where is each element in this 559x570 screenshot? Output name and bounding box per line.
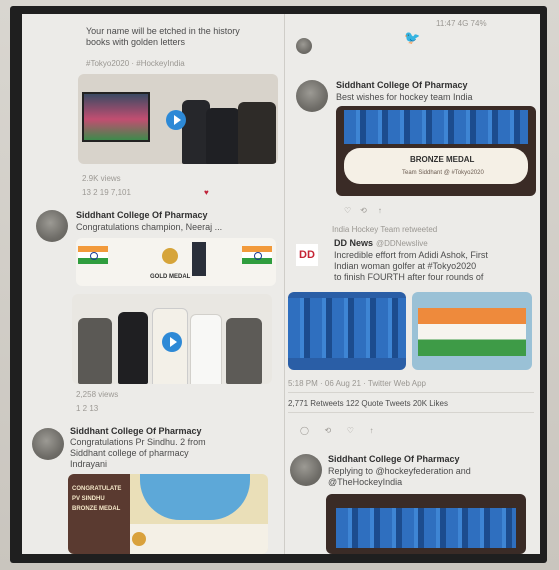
person-figure xyxy=(190,314,222,384)
tweet-author[interactable]: DD News xyxy=(334,238,373,249)
tweet-text: @TheHockeyIndia xyxy=(328,477,403,487)
heart-icon[interactable]: ♥ xyxy=(204,188,209,197)
tweet-text: Indrayani xyxy=(70,459,108,469)
tweet-text: Indian woman golfer at #Tokyo2020 xyxy=(334,261,477,271)
person-figure xyxy=(238,102,276,164)
avatar[interactable] xyxy=(296,38,312,54)
person-figure xyxy=(226,318,262,384)
tweet-actions[interactable]: ◯ ⟲ ♡ ↑ xyxy=(300,426,374,435)
gold-medal-poster[interactable]: GOLD MEDAL xyxy=(76,238,276,286)
tweet-text: Best wishes for hockey team India xyxy=(336,92,473,102)
india-flag-icon xyxy=(418,308,526,356)
separator xyxy=(288,412,534,413)
team-photo xyxy=(344,110,528,144)
avatar[interactable] xyxy=(36,210,68,242)
medal-icon xyxy=(162,248,178,264)
video-thumbnail[interactable] xyxy=(72,294,272,384)
tweet-meta: 5:18 PM · 06 Aug 21 · Twitter Web App xyxy=(288,379,427,388)
athlete-figure xyxy=(192,242,206,276)
tweet-text: Replying to @hockeyfederation and xyxy=(328,466,471,476)
play-icon[interactable] xyxy=(166,110,186,130)
tweet-text: Siddhant college of pharmacy xyxy=(70,448,189,458)
tweet-author[interactable]: Siddhant College Of Pharmacy xyxy=(328,454,460,465)
tweet-counts[interactable]: 2,771 Retweets 122 Quote Tweets 20K Like… xyxy=(288,398,448,409)
poster-text: BRONZE MEDAL xyxy=(72,506,121,512)
athlete-photo xyxy=(140,474,250,520)
separator xyxy=(288,392,534,393)
bronze-medal-banner[interactable]: BRONZE MEDAL Team Siddhant @ #Tokyo2020 xyxy=(336,106,536,196)
flag-photo[interactable] xyxy=(412,292,532,370)
hockey-team-photo[interactable] xyxy=(288,292,406,370)
tweet-hashtags[interactable]: #Tokyo2020 · #HockeyIndia xyxy=(86,58,185,69)
banner-title: BRONZE MEDAL xyxy=(410,155,475,164)
tv-screen xyxy=(82,92,150,142)
dd-news-logo[interactable]: DD xyxy=(296,244,318,266)
team-photo xyxy=(336,508,516,548)
person-figure xyxy=(206,108,240,164)
tweet-actions[interactable]: 13 2 19 7,101 xyxy=(82,188,131,197)
view-count: 2,258 views xyxy=(76,390,119,399)
left-column: Your name will be etched in the history … xyxy=(22,14,284,554)
tweet-actions[interactable]: 1 2 13 xyxy=(76,404,98,413)
india-flag-icon xyxy=(78,246,108,264)
collage-sheet: Your name will be etched in the history … xyxy=(22,14,540,554)
tweet-author[interactable]: Siddhant College Of Pharmacy xyxy=(76,210,208,221)
tweet-author[interactable]: Siddhant College Of Pharmacy xyxy=(336,80,468,91)
view-count: 2.9K views xyxy=(82,174,121,183)
bronze-medal-banner[interactable] xyxy=(326,494,526,554)
person-figure xyxy=(78,318,112,384)
avatar[interactable] xyxy=(296,80,328,112)
sindhu-poster[interactable]: CONGRATULATE PV SINDHU BRONZE MEDAL xyxy=(68,474,268,554)
tweet-text: Congratulations Pr Sindhu. 2 from xyxy=(70,437,206,447)
medal-icon xyxy=(132,532,146,546)
avatar[interactable] xyxy=(32,428,64,460)
poster-label: GOLD MEDAL xyxy=(150,274,191,280)
retweet-label: India Hockey Team retweeted xyxy=(332,225,438,234)
twitter-bird-icon: 🐦 xyxy=(404,30,421,45)
tweet-text: to finish FOURTH after four rounds of xyxy=(334,272,484,282)
person-figure xyxy=(118,312,148,384)
right-column: 11:47 4G 74% 🐦 Siddhant College Of Pharm… xyxy=(286,14,540,554)
tweet-text: Congratulations champion, Neeraj ... xyxy=(76,222,223,232)
tweet-text: Your name will be etched in the history xyxy=(86,26,240,36)
tweet-text: Incredible effort from Adidi Ashok, Firs… xyxy=(334,250,488,260)
tweet-handle[interactable]: @DDNewslive xyxy=(376,238,428,249)
column-divider xyxy=(284,14,285,554)
tweet-actions[interactable]: ♡ ⟲ ↑ xyxy=(344,206,382,215)
avatar[interactable] xyxy=(290,454,322,486)
banner-footer: Team Siddhant @ #Tokyo2020 xyxy=(402,170,484,176)
status-bar: 11:47 4G 74% xyxy=(436,19,487,28)
video-thumbnail[interactable] xyxy=(78,74,278,164)
team-players xyxy=(288,298,406,358)
play-icon[interactable] xyxy=(162,332,182,352)
poster-caption-area xyxy=(130,524,268,554)
tweet-text: books with golden letters xyxy=(86,37,186,47)
tweet-author[interactable]: Siddhant College Of Pharmacy xyxy=(70,426,202,437)
india-flag-icon xyxy=(242,246,272,264)
